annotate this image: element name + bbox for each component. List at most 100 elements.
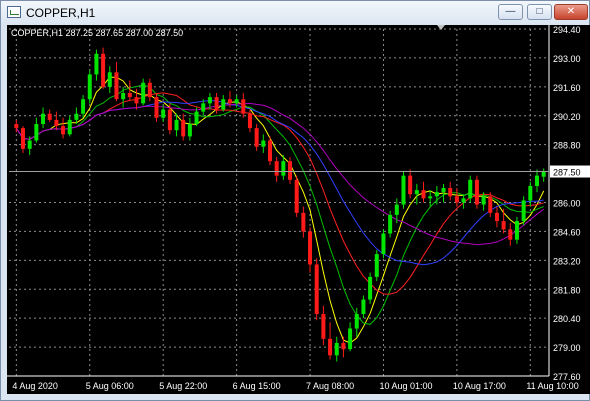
candle-body xyxy=(368,276,373,300)
ma-slower-line xyxy=(15,99,544,266)
y-tick-label: 286.00 xyxy=(553,199,581,209)
candle-body xyxy=(334,342,339,356)
candle-body xyxy=(288,161,293,180)
candle-body xyxy=(281,161,286,176)
candle-body xyxy=(454,196,459,203)
candle-body xyxy=(401,175,406,205)
candle-body xyxy=(267,140,272,162)
candle-body xyxy=(341,342,346,350)
y-tick-label: 279.00 xyxy=(553,343,581,353)
candle-body xyxy=(461,198,466,203)
candle-body xyxy=(247,113,252,129)
candle-body xyxy=(381,233,386,255)
candle-body xyxy=(194,111,199,125)
candle-body xyxy=(434,192,439,197)
candle-body xyxy=(314,264,319,315)
candle-body xyxy=(541,171,546,177)
candle-body xyxy=(147,82,152,98)
x-tick-label: 11 Aug 10:00 xyxy=(526,381,578,391)
candlestick-chart[interactable]: 294.40 293.00 291.60 290.20 288.80 287.50 286.… xyxy=(7,25,590,394)
candle-body xyxy=(528,185,533,201)
candle-body xyxy=(328,338,333,356)
candle-body xyxy=(214,97,219,110)
maximize-button[interactable]: □ xyxy=(527,4,552,20)
x-tick-label: 5 Aug 22:00 xyxy=(159,381,207,391)
title-bar[interactable]: COPPER,H1 — □ ✕ xyxy=(1,1,589,25)
candle-body xyxy=(508,229,513,240)
candle-body xyxy=(87,74,92,100)
candle-body xyxy=(61,126,66,135)
candle-body xyxy=(47,113,52,120)
chart-window: COPPER,H1 — □ ✕ 294.40 293.00 291.60 290.20… xyxy=(0,0,590,401)
candle-body xyxy=(321,314,326,339)
candle-body xyxy=(161,109,166,118)
chart-shift-marker[interactable] xyxy=(437,25,445,30)
candle-body xyxy=(107,72,112,87)
candle-body xyxy=(114,72,119,100)
candle-body xyxy=(187,124,192,137)
candle-body xyxy=(34,124,39,141)
close-button[interactable]: ✕ xyxy=(554,4,588,20)
candle-body xyxy=(41,113,46,125)
candle-body xyxy=(227,99,232,104)
current-price-label: 287.50 xyxy=(553,168,581,178)
candle-body xyxy=(254,128,259,147)
candle-body xyxy=(488,196,493,213)
candle-body xyxy=(534,175,539,186)
candle-body xyxy=(354,314,359,329)
candle-body xyxy=(101,53,106,87)
candle-body xyxy=(501,221,506,230)
candle-body xyxy=(14,124,19,129)
candle-body xyxy=(134,97,139,104)
x-tick-label: 6 Aug 15:00 xyxy=(233,381,281,391)
candle-body xyxy=(468,179,473,199)
candle-body xyxy=(421,190,426,199)
ma-slowest-line xyxy=(15,102,545,246)
candle-body xyxy=(54,119,59,127)
candle-body xyxy=(308,231,313,265)
price-chart[interactable]: 294.40 293.00 291.60 290.20 288.80 287.50 286.… xyxy=(7,25,590,394)
candle-body xyxy=(154,97,159,118)
x-tick-label: 5 Aug 06:00 xyxy=(86,381,134,391)
candle-body xyxy=(374,254,379,277)
candle-body xyxy=(141,82,146,104)
candle-body xyxy=(201,103,206,112)
candle-body xyxy=(21,128,26,149)
y-tick-label: 291.60 xyxy=(553,83,581,93)
x-tick-label: 4 Aug 2020 xyxy=(12,381,58,391)
candle-body xyxy=(234,99,239,104)
candle-body xyxy=(94,53,99,75)
candle-body xyxy=(394,204,399,215)
candle-body xyxy=(81,99,86,114)
y-tick-label: 284.60 xyxy=(553,227,581,237)
y-tick-label: 283.20 xyxy=(553,256,581,266)
candle-body xyxy=(207,97,212,104)
candle-body xyxy=(494,212,499,222)
ma-mid-line xyxy=(15,84,544,325)
candle-body xyxy=(27,140,32,149)
chart-window-icon xyxy=(7,6,21,18)
candle-body xyxy=(67,119,72,135)
symbol-info-label: COPPER,H1 287.25 287.65 287.00 287.50 xyxy=(11,28,183,38)
candle-body xyxy=(441,188,446,193)
candle-body xyxy=(181,119,186,137)
x-tick-label: 10 Aug 17:00 xyxy=(453,381,506,391)
candle-body xyxy=(388,214,393,234)
candle-body xyxy=(174,119,179,131)
candle-body xyxy=(221,99,226,110)
candle-body xyxy=(261,140,266,147)
x-tick-label: 10 Aug 01:00 xyxy=(379,381,432,391)
x-tick-label: 7 Aug 08:00 xyxy=(306,381,354,391)
window-title: COPPER,H1 xyxy=(26,6,96,20)
y-tick-label: 290.20 xyxy=(553,112,581,122)
candle-body xyxy=(481,196,486,205)
candle-body xyxy=(361,299,366,315)
y-tick-label: 281.80 xyxy=(553,285,581,295)
candle-body xyxy=(241,99,246,114)
minimize-button[interactable]: — xyxy=(498,4,523,20)
candle-body xyxy=(514,221,519,240)
candle-body xyxy=(408,175,413,195)
candle-body xyxy=(167,109,172,131)
candle-body xyxy=(294,179,299,213)
y-tick-label: 280.40 xyxy=(553,314,581,324)
